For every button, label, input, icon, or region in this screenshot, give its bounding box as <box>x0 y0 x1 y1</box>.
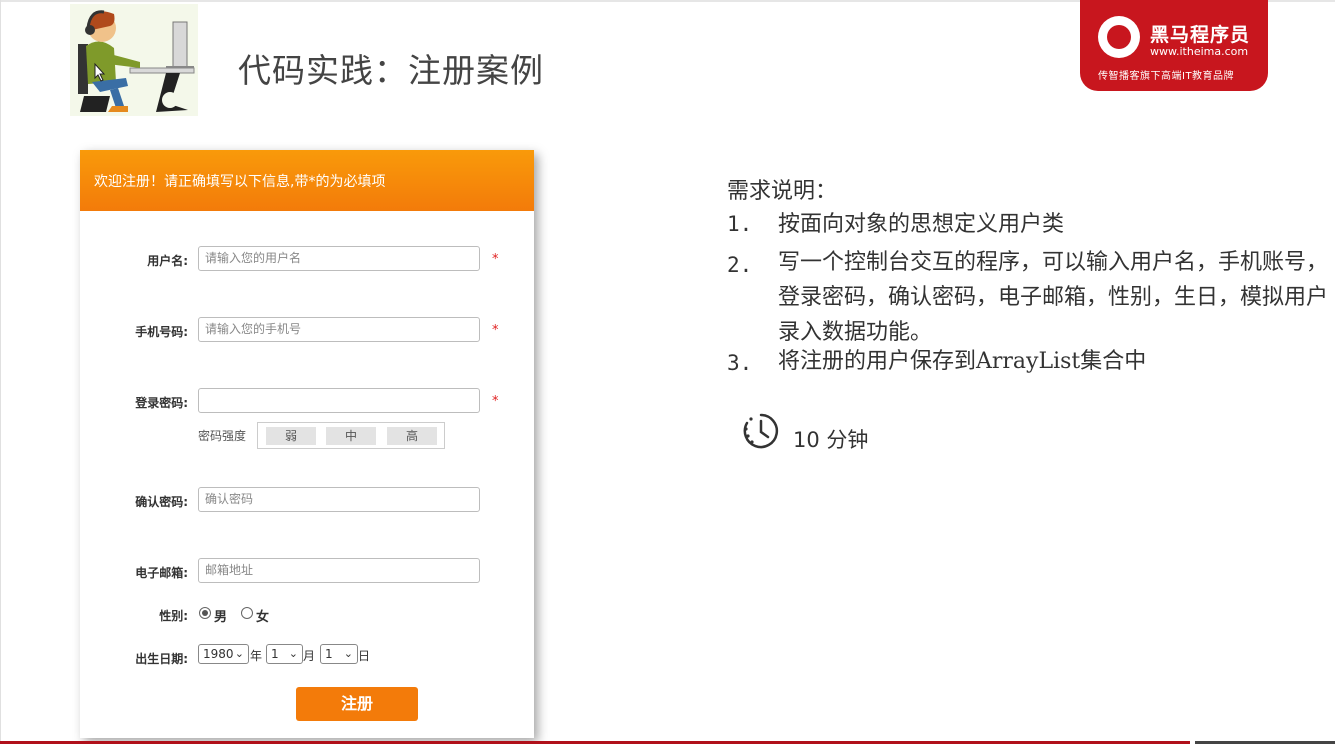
strength-medium: 中 <box>326 427 376 445</box>
year-unit: 年 <box>250 649 263 663</box>
form-header: 欢迎注册！请正确填写以下信息,带*的为必填项 <box>80 150 534 211</box>
requirement-3-text: 将注册的用户保存到ArrayList集合中 <box>778 349 1147 374</box>
month-unit: 月 <box>303 649 316 663</box>
chevron-down-icon: ⌄ <box>288 647 298 660</box>
registration-form: 欢迎注册！请正确填写以下信息,带*的为必填项 用户名: 请输入您的用户名 * 手… <box>80 150 534 738</box>
requirement-3-number: 3. <box>727 351 753 375</box>
phone-required-mark: * <box>492 323 499 338</box>
horse-logo-icon <box>1098 16 1140 58</box>
username-input[interactable]: 请输入您的用户名 <box>198 246 480 271</box>
confirm-password-input[interactable]: 确认密码 <box>198 487 480 512</box>
confirm-password-label: 确认密码: <box>135 495 188 509</box>
logo-url: www.itheima.com <box>1150 45 1249 58</box>
birth-year-value: 1980 <box>203 647 234 661</box>
strength-weak: 弱 <box>266 427 316 445</box>
password-strength-label: 密码强度 <box>198 429 247 443</box>
programmer-illustration <box>70 4 198 116</box>
logo-name: 黑马程序员 <box>1150 24 1251 46</box>
email-input[interactable]: 邮箱地址 <box>198 558 480 583</box>
birth-year-select[interactable]: 1980 ⌄ <box>198 644 249 664</box>
chevron-down-icon: ⌄ <box>343 647 353 660</box>
password-strength-meter: 弱 中 高 <box>257 422 445 449</box>
requirement-2-text: 写一个控制台交互的程序，可以输入用户名，手机账号，登录密码，确认密码，电子邮箱，… <box>778 250 1329 345</box>
gender-female-label: 女 <box>256 610 270 625</box>
birth-day-select[interactable]: 1 ⌄ <box>320 644 358 664</box>
requirement-1-number: 1. <box>727 212 753 236</box>
brand-logo: 黑马程序员 www.itheima.com 传智播客旗下高端IT教育品牌 <box>1080 0 1268 91</box>
requirement-1-text: 按面向对象的思想定义用户类 <box>778 212 1065 237</box>
left-border <box>0 0 1 744</box>
password-label: 登录密码: <box>135 396 188 410</box>
username-label: 用户名: <box>147 254 188 268</box>
birth-month-value: 1 <box>271 647 279 661</box>
logo-slogan: 传智播客旗下高端IT教育品牌 <box>1098 71 1235 82</box>
birthday-label: 出生日期: <box>135 652 188 666</box>
requirements-title: 需求说明： <box>727 179 838 204</box>
timer-text: 10 分钟 <box>793 428 869 452</box>
gender-male-label: 男 <box>214 610 228 625</box>
timer-icon <box>743 413 779 449</box>
register-button[interactable]: 注册 <box>296 687 418 721</box>
username-required-mark: * <box>492 252 499 267</box>
gender-female-radio[interactable] <box>241 607 253 619</box>
strength-high: 高 <box>387 427 437 445</box>
slide-title: 代码实践：注册案例 <box>238 51 544 90</box>
form-header-text: 欢迎注册！请正确填写以下信息,带*的为必填项 <box>94 174 386 190</box>
password-input[interactable] <box>198 388 480 413</box>
email-label: 电子邮箱: <box>135 566 188 580</box>
gender-male-radio[interactable] <box>199 607 211 619</box>
phone-input[interactable]: 请输入您的手机号 <box>198 317 480 342</box>
day-unit: 日 <box>358 649 371 663</box>
phone-label: 手机号码: <box>135 325 188 339</box>
birth-month-select[interactable]: 1 ⌄ <box>266 644 303 664</box>
chevron-down-icon: ⌄ <box>234 647 244 660</box>
requirement-2-number: 2. <box>727 253 753 277</box>
password-required-mark: * <box>492 394 499 409</box>
birth-day-value: 1 <box>325 647 333 661</box>
gender-label: 性别: <box>159 609 188 623</box>
